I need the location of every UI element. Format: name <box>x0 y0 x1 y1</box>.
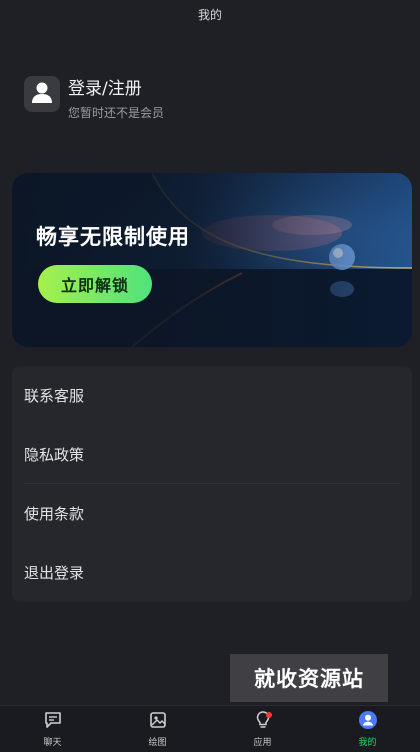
tab-chat[interactable]: 聊天 <box>0 706 105 752</box>
login-register-link[interactable]: 登录/注册 <box>68 76 164 102</box>
unlock-button[interactable]: 立即解锁 <box>38 265 152 303</box>
chat-icon <box>43 710 63 734</box>
menu-item-privacy-policy[interactable]: 隐私政策 <box>12 425 412 484</box>
tab-label: 聊天 <box>43 738 62 748</box>
tab-label: 绘图 <box>148 738 167 748</box>
profile-section[interactable]: 登录/注册 您暂时还不是会员 <box>24 76 164 121</box>
tab-mine[interactable]: 我的 <box>315 706 420 752</box>
menu-item-terms-of-use[interactable]: 使用条款 <box>12 484 412 543</box>
vip-banner[interactable]: 畅享无限制使用 立即解锁 <box>12 173 412 347</box>
avatar[interactable] <box>24 76 60 112</box>
page-title: 我的 <box>197 8 222 22</box>
image-icon <box>148 710 168 734</box>
notification-badge <box>266 712 272 718</box>
banner-title: 畅享无限制使用 <box>36 225 190 249</box>
membership-status: 您暂时还不是会员 <box>68 106 165 120</box>
tab-apps[interactable]: 应用 <box>210 706 315 752</box>
tab-label: 我的 <box>358 738 377 748</box>
tab-label: 应用 <box>253 738 272 748</box>
profile-icon <box>358 710 378 734</box>
bottom-tab-bar: 聊天 绘图 应用 我的 <box>0 705 420 752</box>
tab-drawing[interactable]: 绘图 <box>105 706 210 752</box>
banner-background <box>12 173 412 347</box>
user-icon <box>29 79 55 109</box>
settings-menu: 联系客服 隐私政策 使用条款 退出登录 <box>12 366 412 602</box>
menu-item-customer-service[interactable]: 联系客服 <box>12 366 412 425</box>
watermark: 就收资源站 <box>230 654 388 702</box>
menu-item-logout[interactable]: 退出登录 <box>12 543 412 602</box>
